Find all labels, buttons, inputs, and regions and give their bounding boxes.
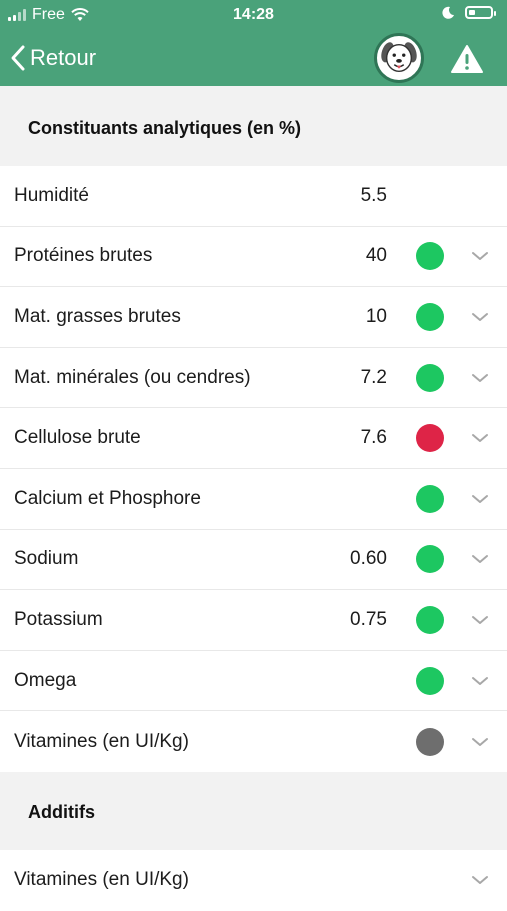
status-dot-good: [416, 666, 444, 695]
status-dot-good: [416, 484, 444, 513]
status-dot-good: [416, 605, 444, 634]
status-dot-good: [416, 302, 444, 331]
status-dot-good: [416, 363, 444, 392]
chevron-down-icon[interactable]: [470, 736, 490, 748]
row-value: 7.2: [360, 366, 387, 388]
chevron-down-icon[interactable]: [470, 432, 490, 444]
status-time: 14:28: [233, 6, 274, 23]
chevron-down-icon[interactable]: [470, 250, 490, 262]
list-row[interactable]: Potassium 0.75: [0, 590, 507, 651]
dog-face-icon: [381, 42, 417, 73]
status-dot-good: [416, 242, 444, 271]
row-label: Humidité: [14, 184, 89, 206]
navigation-bar: Retour: [0, 30, 507, 86]
list-row[interactable]: Sodium 0.60: [0, 530, 507, 591]
row-label: Calcium et Phosphore: [14, 487, 201, 509]
chevron-left-icon: [11, 45, 25, 71]
list-row[interactable]: Vitamines (en UI/Kg): [0, 711, 507, 772]
status-dot-good: [416, 545, 444, 574]
list-row: Humidité 5.5: [0, 166, 507, 227]
chevron-down-icon[interactable]: [470, 553, 490, 565]
row-label: Mat. minérales (ou cendres): [14, 366, 251, 388]
battery-icon: [465, 6, 496, 19]
row-label: Cellulose brute: [14, 427, 141, 449]
row-value: 0.60: [350, 548, 387, 570]
list-row[interactable]: Vitamines (en UI/Kg): [0, 850, 507, 911]
row-value: 10: [365, 305, 387, 327]
chevron-down-icon[interactable]: [470, 614, 490, 626]
back-label: Retour: [30, 45, 97, 70]
row-label: Omega: [14, 669, 77, 691]
section-title: Constituants analytiques (en %): [28, 118, 302, 138]
row-value: 0.75: [350, 608, 387, 630]
chevron-down-icon[interactable]: [470, 874, 490, 886]
list-row[interactable]: Cellulose brute 7.6: [0, 408, 507, 469]
list-row[interactable]: Omega: [0, 651, 507, 712]
section-header-analytical: Constituants analytiques (en %): [0, 86, 507, 166]
row-value: 5.5: [360, 184, 387, 206]
do-not-disturb-moon-icon: [442, 6, 454, 19]
row-label: Vitamines (en UI/Kg): [14, 730, 189, 752]
row-label: Protéines brutes: [14, 245, 153, 267]
additives-list: Vitamines (en UI/Kg): [0, 850, 507, 911]
list-row[interactable]: Protéines brutes 40: [0, 227, 507, 288]
row-label: Mat. grasses brutes: [14, 305, 181, 327]
chevron-down-icon[interactable]: [470, 372, 490, 384]
row-value: 7.6: [360, 427, 387, 449]
status-dot-neutral: [416, 727, 444, 756]
row-value: 40: [365, 245, 387, 267]
status-dot-bad: [416, 424, 444, 453]
section-title: Additifs: [28, 802, 95, 822]
list-row[interactable]: Calcium et Phosphore: [0, 469, 507, 530]
warning-triangle-icon: [451, 45, 483, 73]
list-row[interactable]: Mat. minérales (ou cendres) 7.2: [0, 348, 507, 409]
status-bar: Free 14:28: [0, 0, 507, 30]
analytical-constituents-list: Humidité 5.5 Protéines brutes 40 Mat. grasse…: [0, 166, 507, 772]
dog-avatar-button[interactable]: [374, 33, 424, 83]
section-header-additives: Additifs: [0, 772, 507, 852]
chevron-down-icon[interactable]: [470, 675, 490, 687]
row-label: Sodium: [14, 548, 79, 570]
chevron-down-icon[interactable]: [470, 493, 490, 505]
back-button[interactable]: Retour: [10, 40, 96, 76]
row-label: Vitamines (en UI/Kg): [14, 869, 189, 891]
row-label: Potassium: [14, 608, 103, 630]
chevron-down-icon[interactable]: [470, 311, 490, 323]
list-row[interactable]: Mat. grasses brutes 10: [0, 287, 507, 348]
warning-button[interactable]: [448, 42, 486, 76]
